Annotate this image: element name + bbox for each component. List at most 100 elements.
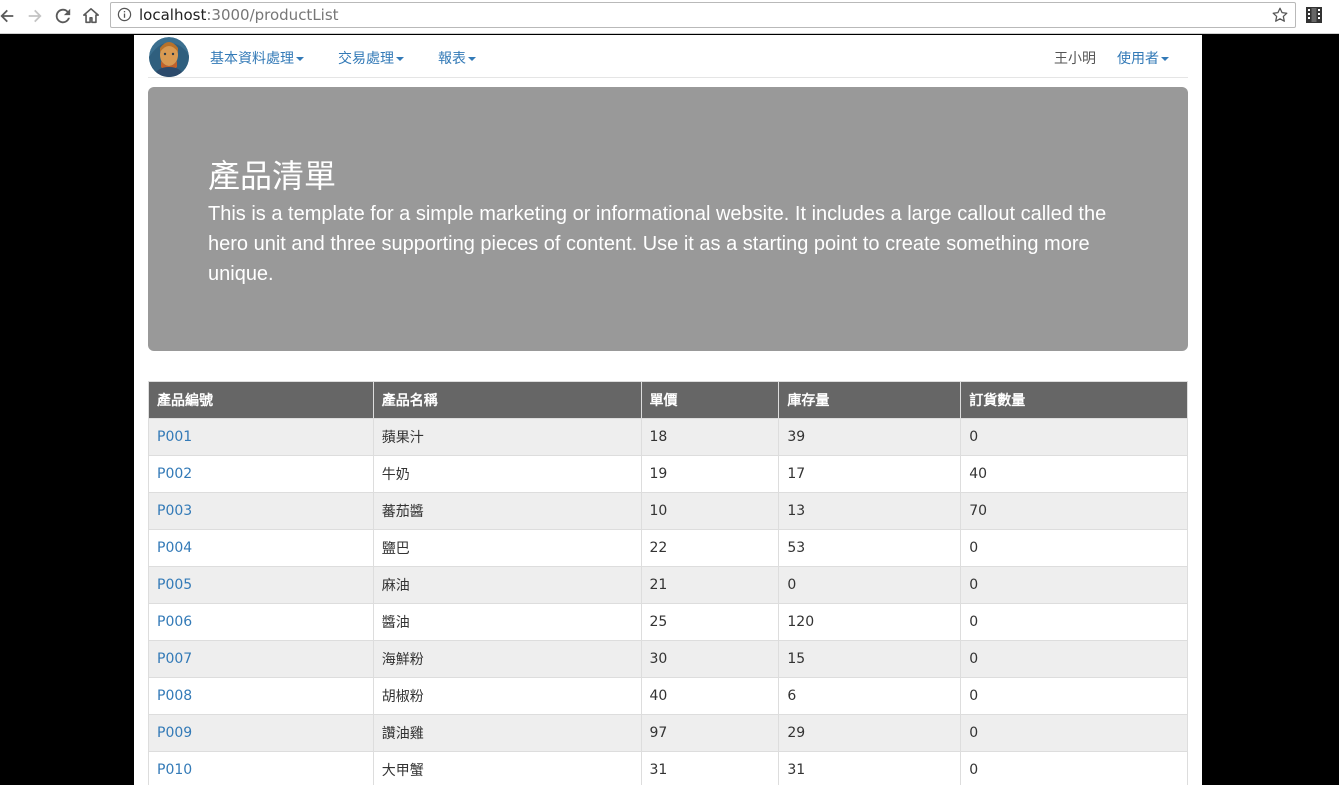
- product-name-cell: 醬油: [372, 603, 642, 641]
- table-row: P006 醬油 25 120 0: [148, 603, 1188, 641]
- table-row: P009 讚油雞 97 29 0: [148, 714, 1188, 752]
- browser-toolbar: localhost:3000/productList: [0, 0, 1339, 34]
- top-navbar: 基本資料處理 交易處理 報表 王小明 使用者: [148, 35, 1188, 78]
- order-qty-cell: 0: [960, 714, 1188, 752]
- product-id-link[interactable]: P001: [157, 429, 192, 445]
- product-id-cell: P003: [148, 492, 374, 530]
- unit-price-cell: 21: [640, 566, 780, 604]
- table-row: P008 胡椒粉 40 6 0: [148, 677, 1188, 715]
- unit-price-cell: 31: [640, 751, 780, 785]
- film-extension-icon[interactable]: [1305, 6, 1323, 24]
- order-qty-cell: 0: [960, 566, 1188, 604]
- table-header-row: 產品編號 產品名稱 單價 庫存量 訂貨數量: [148, 381, 1188, 419]
- product-id-cell: P008: [148, 677, 374, 715]
- product-id-link[interactable]: P005: [157, 577, 192, 593]
- column-header-order-qty[interactable]: 訂貨數量: [960, 381, 1188, 419]
- reload-icon[interactable]: [52, 5, 74, 27]
- order-qty-cell: 70: [960, 492, 1188, 530]
- main-container: 基本資料處理 交易處理 報表 王小明 使用者 產品清單 This is a te…: [148, 35, 1188, 785]
- caret-down-icon: [468, 57, 476, 61]
- product-id-cell: P004: [148, 529, 374, 567]
- product-name-cell: 海鮮粉: [372, 640, 642, 678]
- table-row: P005 麻油 21 0 0: [148, 566, 1188, 604]
- product-id-link[interactable]: P007: [157, 651, 192, 667]
- avatar[interactable]: [149, 37, 189, 77]
- url-text: localhost:3000/productList: [139, 6, 339, 24]
- nav-menu-user[interactable]: 使用者: [1117, 48, 1169, 68]
- stock-cell: 39: [778, 418, 962, 456]
- forward-icon[interactable]: [24, 5, 46, 27]
- product-name-cell: 鹽巴: [372, 529, 642, 567]
- stock-cell: 0: [778, 566, 962, 604]
- product-name-cell: 牛奶: [372, 455, 642, 493]
- unit-price-cell: 30: [640, 640, 780, 678]
- stock-cell: 53: [778, 529, 962, 567]
- order-qty-cell: 0: [960, 640, 1188, 678]
- product-name-cell: 麻油: [372, 566, 642, 604]
- stock-cell: 15: [778, 640, 962, 678]
- order-qty-cell: 0: [960, 603, 1188, 641]
- product-id-cell: P006: [148, 603, 374, 641]
- username: 王小明: [1054, 51, 1096, 67]
- caret-down-icon: [396, 57, 404, 61]
- column-header-unit-price[interactable]: 單價: [640, 381, 780, 419]
- info-icon[interactable]: [117, 7, 132, 22]
- stock-cell: 29: [778, 714, 962, 752]
- nav-menu-label: 交易處理: [338, 51, 394, 67]
- stock-cell: 13: [778, 492, 962, 530]
- product-id-cell: P007: [148, 640, 374, 678]
- product-name-cell: 蕃茄醬: [372, 492, 642, 530]
- caret-down-icon: [1161, 57, 1169, 61]
- order-qty-cell: 0: [960, 751, 1188, 785]
- stock-cell: 6: [778, 677, 962, 715]
- order-qty-cell: 40: [960, 455, 1188, 493]
- table-row: P001 蘋果汁 18 39 0: [148, 418, 1188, 456]
- table-row: P004 鹽巴 22 53 0: [148, 529, 1188, 567]
- product-id-link[interactable]: P010: [157, 762, 192, 778]
- unit-price-cell: 97: [640, 714, 780, 752]
- unit-price-cell: 10: [640, 492, 780, 530]
- product-id-cell: P005: [148, 566, 374, 604]
- stock-cell: 31: [778, 751, 962, 785]
- home-icon[interactable]: [80, 5, 102, 27]
- product-id-link[interactable]: P004: [157, 540, 192, 556]
- nav-menu-reports[interactable]: 報表: [438, 48, 476, 68]
- table-row: P010 大甲蟹 31 31 0: [148, 751, 1188, 785]
- hero-description: This is a template for a simple marketin…: [208, 203, 1107, 285]
- product-id-cell: P002: [148, 455, 374, 493]
- column-header-product-id[interactable]: 產品編號: [148, 381, 374, 419]
- product-id-link[interactable]: P002: [157, 466, 192, 482]
- nav-menu-basic-data[interactable]: 基本資料處理: [210, 48, 304, 68]
- product-name-cell: 蘋果汁: [372, 418, 642, 456]
- product-name-cell: 讚油雞: [372, 714, 642, 752]
- bookmark-star-icon[interactable]: [1271, 6, 1289, 24]
- product-name-cell: 大甲蟹: [372, 751, 642, 785]
- unit-price-cell: 25: [640, 603, 780, 641]
- unit-price-cell: 18: [640, 418, 780, 456]
- product-id-link[interactable]: P008: [157, 688, 192, 704]
- order-qty-cell: 0: [960, 677, 1188, 715]
- page-title: 產品清單: [208, 157, 337, 195]
- unit-price-cell: 22: [640, 529, 780, 567]
- nav-menu-transactions[interactable]: 交易處理: [338, 48, 404, 68]
- nav-menu-label: 基本資料處理: [210, 51, 294, 67]
- nav-menu-label: 報表: [438, 51, 466, 67]
- nav-menu-label: 使用者: [1117, 51, 1159, 67]
- stock-cell: 17: [778, 455, 962, 493]
- product-id-link[interactable]: P009: [157, 725, 192, 741]
- back-icon[interactable]: [0, 5, 18, 27]
- column-header-product-name[interactable]: 產品名稱: [372, 381, 642, 419]
- unit-price-cell: 19: [640, 455, 780, 493]
- product-id-link[interactable]: P003: [157, 503, 192, 519]
- column-header-stock[interactable]: 庫存量: [778, 381, 962, 419]
- order-qty-cell: 0: [960, 529, 1188, 567]
- address-bar[interactable]: localhost:3000/productList: [110, 2, 1296, 28]
- stock-cell: 120: [778, 603, 962, 641]
- product-name-cell: 胡椒粉: [372, 677, 642, 715]
- product-id-link[interactable]: P006: [157, 614, 192, 630]
- table-row: P003 蕃茄醬 10 13 70: [148, 492, 1188, 530]
- caret-down-icon: [296, 57, 304, 61]
- table-row: P002 牛奶 19 17 40: [148, 455, 1188, 493]
- product-id-cell: P001: [148, 418, 374, 456]
- table-row: P007 海鮮粉 30 15 0: [148, 640, 1188, 678]
